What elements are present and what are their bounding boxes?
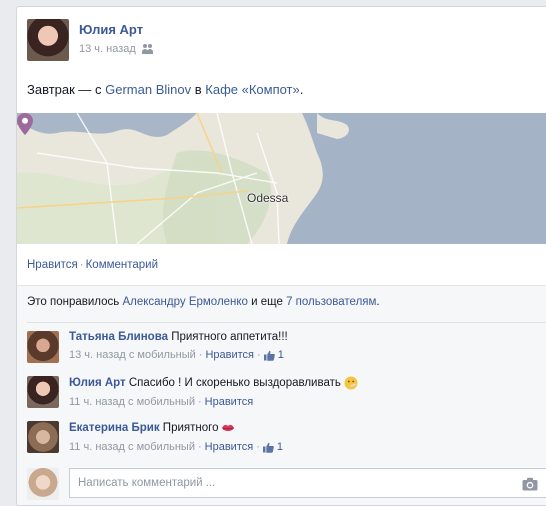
commenter-name[interactable]: Юлия Арт bbox=[69, 377, 126, 389]
comment-meta: 11 ч. назад с мобильный · Нравится · 1 bbox=[69, 441, 283, 453]
post-time[interactable]: 13 ч. назад bbox=[79, 43, 136, 55]
meta-separator: · bbox=[197, 396, 202, 408]
thermometer-face-emoji bbox=[344, 376, 358, 390]
author-avatar[interactable] bbox=[27, 19, 69, 61]
likes-middle: и еще bbox=[247, 296, 287, 308]
comment-text: Спасибо ! И скоренько выздоравливать bbox=[125, 377, 341, 390]
commenter-avatar[interactable] bbox=[27, 376, 59, 408]
comment-item: Юлия Арт Спасибо ! И скоренько выздоравл… bbox=[27, 376, 546, 416]
status-suffix: . bbox=[299, 82, 304, 97]
commenter-avatar[interactable] bbox=[27, 421, 59, 453]
comment-link[interactable]: Комментарий bbox=[86, 259, 158, 271]
comment-like-link[interactable]: Нравится bbox=[205, 396, 254, 408]
current-user-avatar[interactable] bbox=[27, 468, 59, 500]
status-prefix: Завтрак — с bbox=[27, 82, 106, 97]
likes-suffix: . bbox=[376, 296, 380, 308]
other-likers-link[interactable]: 7 пользователям bbox=[286, 296, 376, 308]
meta-separator: · bbox=[256, 441, 260, 453]
comment-composer: Написать комментарий ... bbox=[27, 468, 546, 504]
comment-time[interactable]: 11 ч. назад с мобильный bbox=[69, 441, 195, 453]
friends-icon[interactable] bbox=[141, 44, 154, 54]
meta-separator: · bbox=[197, 441, 202, 453]
comment-item: Татьяна Блинова Приятного аппетита!!! 13… bbox=[27, 331, 546, 371]
post-text: Завтрак — с German Blinov в Кафе «Компот… bbox=[27, 82, 303, 97]
comment-meta: 11 ч. назад с мобильный · Нравится bbox=[69, 396, 358, 408]
meta-separator: · bbox=[257, 349, 261, 361]
comment-meta: 13 ч. назад с мобильный · Нравится · 1 bbox=[69, 349, 288, 361]
comment-text: Приятного bbox=[159, 422, 219, 435]
comment-body: Юлия Арт Спасибо ! И скоренько выздоравл… bbox=[69, 376, 358, 408]
author-name[interactable]: Юлия Арт bbox=[79, 22, 143, 37]
map-pin-icon[interactable] bbox=[17, 113, 33, 135]
comment-body: Татьяна Блинова Приятного аппетита!!! 13… bbox=[69, 331, 288, 361]
comment-time[interactable]: 11 ч. назад с мобильный bbox=[69, 396, 195, 408]
location-map[interactable]: Odessa bbox=[17, 113, 546, 244]
action-separator: · bbox=[79, 259, 84, 271]
thumbs-up-icon[interactable] bbox=[263, 350, 275, 361]
post-card: Юлия Арт 13 ч. назад Завтрак — с German … bbox=[16, 6, 546, 506]
liker-link[interactable]: Александру Ермоленко bbox=[122, 296, 247, 308]
comment-like-count[interactable]: 1 bbox=[277, 441, 283, 453]
comment-body: Екатерина Брик Приятного 11 ч. назад с м… bbox=[69, 421, 283, 453]
map-city-label: Odessa bbox=[247, 191, 289, 205]
post-actions: Нравится · Комментарий bbox=[27, 259, 158, 271]
feedback-section: Это понравилось Александру Ермоленко и е… bbox=[17, 285, 546, 505]
comment-like-count[interactable]: 1 bbox=[278, 349, 284, 361]
divider bbox=[27, 322, 546, 323]
comment-time[interactable]: 13 ч. назад с мобильный bbox=[69, 349, 196, 361]
kiss-lips-emoji bbox=[222, 424, 235, 431]
comment-like-link[interactable]: Нравится bbox=[205, 349, 254, 361]
comment-item: Екатерина Брик Приятного 11 ч. назад с м… bbox=[27, 421, 546, 461]
likes-prefix: Это понравилось bbox=[27, 296, 123, 308]
map-graphic bbox=[17, 113, 546, 244]
comment-text: Приятного аппетита!!! bbox=[168, 331, 288, 343]
likes-summary: Это понравилось Александру Ермоленко и е… bbox=[27, 296, 380, 308]
commenter-name[interactable]: Татьяна Блинова bbox=[69, 331, 168, 343]
status-mid: в bbox=[191, 82, 206, 97]
camera-icon[interactable] bbox=[522, 477, 538, 491]
comment-placeholder: Написать комментарий ... bbox=[78, 477, 216, 489]
like-link[interactable]: Нравится bbox=[27, 259, 78, 271]
thumbs-up-icon[interactable] bbox=[262, 442, 274, 453]
comment-input[interactable]: Написать комментарий ... bbox=[69, 468, 546, 498]
commenter-avatar[interactable] bbox=[27, 331, 59, 363]
place-link[interactable]: Кафе «Компот» bbox=[205, 82, 299, 97]
commenter-name[interactable]: Екатерина Брик bbox=[69, 422, 160, 434]
tagged-person-link[interactable]: German Blinov bbox=[105, 82, 191, 97]
post-meta: 13 ч. назад bbox=[79, 43, 154, 55]
meta-separator: · bbox=[198, 349, 203, 361]
comment-like-link[interactable]: Нравится bbox=[205, 441, 254, 453]
